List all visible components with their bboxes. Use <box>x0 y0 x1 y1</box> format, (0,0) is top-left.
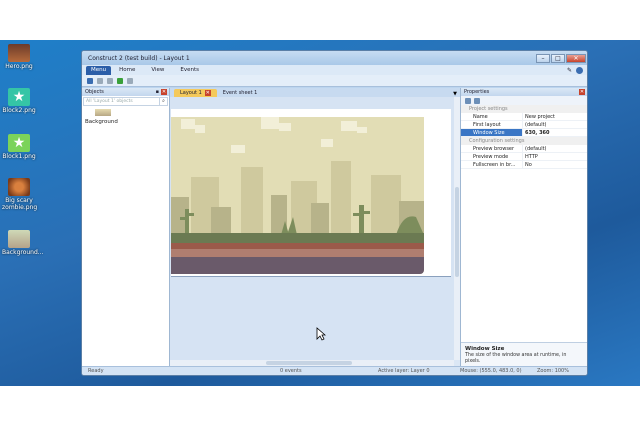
object-item-label: Background <box>85 119 118 125</box>
property-key: Window Size <box>461 129 523 136</box>
properties-toolbar <box>461 96 587 105</box>
objects-panel: Objects ▪ ✕ All 'Layout 1' objects ⌕ Bac… <box>82 88 170 366</box>
menu-button[interactable]: Menu <box>86 65 112 75</box>
desktop-icon-label: Block2.png <box>2 107 36 114</box>
background-image-icon <box>8 230 30 248</box>
layout-editor: Layout 1 ✕ Event sheet 1 ▼ <box>170 88 461 366</box>
status-active-layer: Active layer: Layer 0 <box>378 368 430 374</box>
properties-panel-header: Properties ✕ <box>461 88 587 96</box>
status-bar: Ready 0 events Active layer: Layer 0 Mou… <box>82 366 587 375</box>
desktop-icon-label: Hero.png <box>5 63 33 70</box>
status-ready: Ready <box>88 368 104 374</box>
pin-icon[interactable]: ▪ <box>156 89 159 95</box>
property-key: Fullscreen in br... <box>461 161 523 168</box>
info-icon[interactable] <box>576 66 583 74</box>
property-value[interactable]: HTTP <box>523 153 587 160</box>
desktop-icon-background[interactable]: Background... <box>2 230 44 256</box>
object-item-background[interactable]: Background <box>82 109 169 125</box>
tab-event-sheet-1[interactable]: Event sheet 1 <box>217 89 264 97</box>
properties-panel-title: Properties <box>464 89 490 95</box>
desktop: Hero.png ★ Block2.png ★ Block1.png Big s… <box>0 40 640 386</box>
property-value[interactable]: (default) <box>523 145 587 152</box>
status-mouse: Mouse: (555.0, 483.0, 0) <box>460 368 522 374</box>
property-help-title: Window Size <box>465 346 505 352</box>
close-icon[interactable]: ✕ <box>579 89 585 95</box>
window-title: Construct 2 (test build) - Layout 1 <box>88 54 190 62</box>
save-icon[interactable] <box>87 77 93 84</box>
run-icon[interactable] <box>117 77 123 84</box>
close-button[interactable]: ✕ <box>566 53 586 63</box>
property-value[interactable]: New project <box>523 113 587 120</box>
minimize-button[interactable]: – <box>536 53 550 63</box>
property-row-selected[interactable]: Window Size 630, 360 <box>461 129 587 137</box>
layout-canvas[interactable] <box>170 97 454 360</box>
undo-icon[interactable] <box>97 77 103 84</box>
close-icon[interactable]: ✕ <box>161 89 167 95</box>
background-scene <box>171 117 424 274</box>
background-thumbnail <box>95 109 111 116</box>
desktop-icon-label: Background... <box>2 249 44 256</box>
property-help-text: The size of the window area at runtime, … <box>465 353 567 364</box>
background-sprite[interactable] <box>171 117 424 274</box>
hero-image-icon <box>8 44 30 62</box>
property-row[interactable]: Name New project <box>461 113 587 121</box>
search-icon[interactable]: ⌕ <box>159 98 167 105</box>
property-row[interactable]: Preview browser (default) <box>461 145 587 153</box>
property-key: Preview browser <box>461 145 523 152</box>
objects-search[interactable]: All 'Layout 1' objects ⌕ <box>83 97 168 106</box>
tab-view[interactable]: View <box>143 67 172 73</box>
property-help: Window Size The size of the window area … <box>461 342 587 366</box>
desktop-icon-label: Big scary zombie.png <box>2 197 38 211</box>
property-value[interactable]: No <box>523 161 587 168</box>
property-category[interactable]: Project settings <box>461 105 587 113</box>
property-value[interactable]: 630, 360 <box>523 129 587 136</box>
property-row[interactable]: Preview mode HTTP <box>461 153 587 161</box>
chevron-down-icon[interactable] <box>127 77 133 84</box>
redo-icon[interactable] <box>107 77 113 84</box>
categorized-icon[interactable] <box>465 97 471 104</box>
zombie-image-icon <box>8 178 30 196</box>
maximize-button[interactable]: □ <box>551 53 565 63</box>
sort-alpha-icon[interactable] <box>474 97 480 104</box>
desktop-icon-zombie[interactable]: Big scary zombie.png <box>2 178 38 211</box>
property-key: First layout <box>461 121 523 128</box>
tab-layout-1[interactable]: Layout 1 ✕ <box>174 89 217 97</box>
properties-panel: Properties ✕ Project settings Name New p… <box>461 88 587 366</box>
scrollbar-thumb[interactable] <box>266 361 352 365</box>
desktop-icon-block1[interactable]: ★ Block1.png <box>2 134 36 160</box>
property-value[interactable]: (default) <box>523 121 587 128</box>
desktop-icon-label: Block1.png <box>2 153 36 160</box>
status-events: 0 events <box>280 368 302 374</box>
construct2-window: Construct 2 (test build) - Layout 1 – □ … <box>81 50 588 376</box>
mouse-cursor-icon <box>316 327 326 341</box>
property-row[interactable]: First layout (default) <box>461 121 587 129</box>
scrollbar-thumb[interactable] <box>455 187 459 277</box>
property-row[interactable]: Fullscreen in br... No <box>461 161 587 169</box>
tab-home[interactable]: Home <box>111 67 143 73</box>
quick-access-toolbar <box>82 75 587 87</box>
ribbon-tabs: Menu Home View Events ✎ <box>82 65 587 75</box>
tab-events[interactable]: Events <box>172 67 207 73</box>
desktop-icon-hero[interactable]: Hero.png <box>2 44 36 70</box>
star-block-icon: ★ <box>8 134 30 152</box>
tab-label: Layout 1 <box>180 90 202 96</box>
objects-panel-title: Objects <box>85 89 104 95</box>
wrench-icon[interactable]: ✎ <box>567 67 572 74</box>
property-key: Name <box>461 113 523 120</box>
status-zoom: Zoom: 100% <box>537 368 569 374</box>
property-category[interactable]: Configuration settings <box>461 137 587 145</box>
desktop-icon-block2[interactable]: ★ Block2.png <box>2 88 36 114</box>
title-bar[interactable]: Construct 2 (test build) - Layout 1 – □ … <box>82 51 587 65</box>
property-key: Preview mode <box>461 153 523 160</box>
close-icon[interactable]: ✕ <box>204 90 211 96</box>
objects-panel-header: Objects ▪ ✕ <box>82 88 169 96</box>
editor-tabs: Layout 1 ✕ Event sheet 1 ▼ <box>170 88 460 97</box>
star-block-icon: ★ <box>8 88 30 106</box>
vertical-scrollbar[interactable] <box>454 97 460 360</box>
objects-search-input[interactable]: All 'Layout 1' objects <box>86 99 133 104</box>
